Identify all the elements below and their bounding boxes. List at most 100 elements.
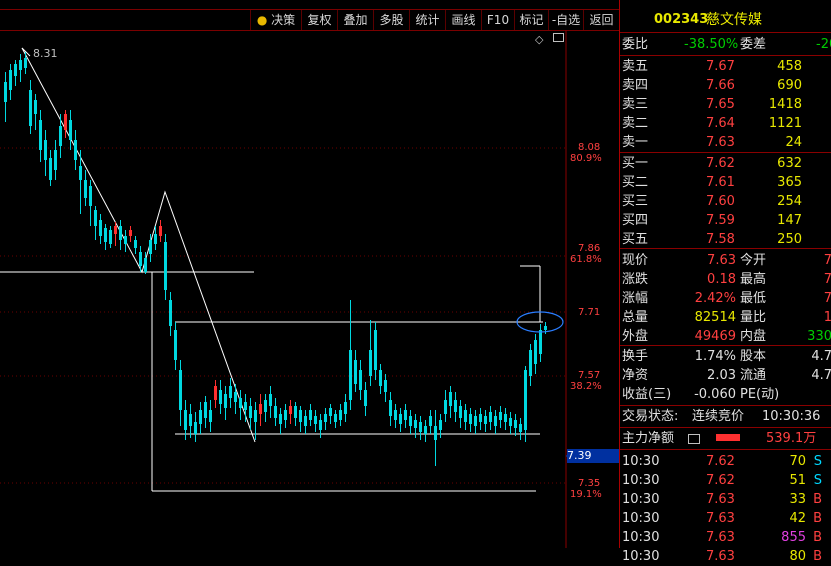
draw-line-button[interactable]: 画线 — [445, 10, 481, 30]
bulb-icon: ● — [256, 13, 268, 27]
peak-price-label: 8.31 — [33, 47, 58, 60]
sell-order-label: 卖三 — [622, 97, 649, 112]
stock-header: 002343 慈文传媒 — [620, 10, 831, 30]
candle-body — [199, 410, 202, 424]
candle-body — [179, 370, 182, 410]
tick-row: 10:30 7.63 42 B — [622, 511, 822, 526]
candle-body — [499, 412, 502, 420]
candle-body — [379, 370, 382, 386]
buy-order-price: 7.62 — [706, 156, 735, 171]
candle-body — [24, 58, 27, 68]
candle-body — [484, 416, 487, 424]
buy-order-row[interactable]: 买二 7.61 365 — [620, 173, 831, 192]
sell-order-price: 7.65 — [706, 97, 735, 112]
main-flow-row[interactable]: 主力净额 539.1万 — [620, 429, 831, 448]
buy-order-price: 7.58 — [706, 232, 735, 247]
candle-body — [539, 330, 542, 354]
sell-order-label: 卖四 — [622, 78, 649, 93]
quote-panel: 002343 慈文传媒 委比 -38.50% 委差 -20 卖五7.67458卖… — [619, 0, 831, 564]
candle-body — [324, 414, 327, 422]
list-icon[interactable] — [688, 434, 700, 444]
candle-body — [319, 420, 322, 430]
candle-body — [474, 416, 477, 426]
candle-body — [54, 150, 57, 170]
tick-row: 10:30 7.62 70 S — [622, 454, 822, 469]
multi-stock-button[interactable]: 多股 — [373, 10, 409, 30]
sell-order-row[interactable]: 卖一 7.63 24 — [620, 133, 831, 152]
candle-body — [209, 410, 212, 422]
axis-price-3: 7.71 — [578, 307, 601, 318]
tick-row: 10:30 7.63 80 B — [622, 549, 822, 564]
back-button[interactable]: 返回 — [583, 10, 619, 30]
sell-order-row[interactable]: 卖二 7.64 1121 — [620, 114, 831, 133]
candle-body — [254, 410, 257, 422]
buy-order-row[interactable]: 买五 7.58 250 — [620, 230, 831, 249]
candle-body — [454, 400, 457, 412]
candlesticks — [4, 52, 547, 466]
candle-body — [329, 408, 332, 416]
overlay-button[interactable]: 叠加 — [337, 10, 373, 30]
axis-pct-4: 38.2% — [570, 381, 602, 392]
candle-body — [149, 240, 152, 254]
candle-body — [369, 350, 372, 376]
candle-body — [429, 416, 432, 426]
sell-order-volume: 1418 — [768, 97, 802, 112]
candle-body — [224, 394, 227, 408]
buy-order-row[interactable]: 买一 7.62 632 — [620, 154, 831, 173]
trade-status-row: 交易状态: 连续竞价 10:30:36 — [622, 409, 821, 424]
buy-order-label: 买五 — [622, 232, 649, 247]
candle-body — [114, 226, 117, 234]
decision-button[interactable]: ● 决策 — [250, 10, 301, 30]
candle-body — [519, 424, 522, 432]
mark-button[interactable]: 标记 — [514, 10, 548, 30]
candle-body — [414, 420, 417, 428]
stats-button[interactable]: 统计 — [409, 10, 445, 30]
candle-body — [49, 158, 52, 180]
candle-body — [154, 234, 157, 244]
candle-body — [164, 242, 167, 290]
candle-body — [204, 402, 207, 418]
flow-bar — [716, 434, 740, 441]
candle-body — [514, 420, 517, 428]
candle-body — [144, 258, 147, 272]
candle-body — [184, 410, 187, 430]
candle-body — [74, 140, 77, 160]
candle-body — [524, 370, 527, 430]
sell-order-row[interactable]: 卖五 7.67 458 — [620, 57, 831, 76]
f10-button[interactable]: F10 — [481, 10, 514, 30]
sell-order-volume: 458 — [777, 59, 802, 74]
sell-order-row[interactable]: 卖三 7.65 1418 — [620, 95, 831, 114]
candle-body — [9, 70, 12, 90]
buy-order-row[interactable]: 买四 7.59 147 — [620, 211, 831, 230]
candle-body — [354, 360, 357, 384]
buy-order-volume: 254 — [777, 194, 802, 209]
candle-body — [389, 400, 392, 416]
tick-row: 10:30 7.63 33 B — [622, 492, 822, 507]
candle-body — [334, 414, 337, 422]
axis-pct-1: 80.9% — [570, 153, 602, 164]
diamond-icon[interactable]: ◇ — [535, 33, 543, 46]
candle-body — [359, 370, 362, 390]
candle-body — [229, 386, 232, 398]
candle-body — [384, 380, 387, 392]
restore-icon[interactable] — [553, 33, 564, 42]
buy-order-volume: 147 — [777, 213, 802, 228]
fuquan-button[interactable]: 复权 — [301, 10, 337, 30]
buy-order-volume: 632 — [777, 156, 802, 171]
remove-watchlist-button[interactable]: -自选 — [548, 10, 583, 30]
candle-body — [509, 418, 512, 426]
candle-body — [19, 60, 22, 70]
candle-body — [489, 412, 492, 422]
candle-body — [264, 400, 267, 412]
sell-order-label: 卖一 — [622, 135, 649, 150]
sell-order-price: 7.63 — [706, 135, 735, 150]
candle-body — [249, 406, 252, 418]
candle-body — [64, 114, 67, 130]
candle-body — [39, 120, 42, 150]
candle-body — [219, 390, 222, 404]
buy-order-row[interactable]: 买三 7.60 254 — [620, 192, 831, 211]
buy-order-volume: 365 — [777, 175, 802, 190]
kline-chart[interactable]: 8.31 ◇ 8.08 80.9% 7.86 61.8% 7.71 7.57 3… — [0, 30, 619, 548]
candle-body — [119, 226, 122, 240]
sell-order-row[interactable]: 卖四 7.66 690 — [620, 76, 831, 95]
